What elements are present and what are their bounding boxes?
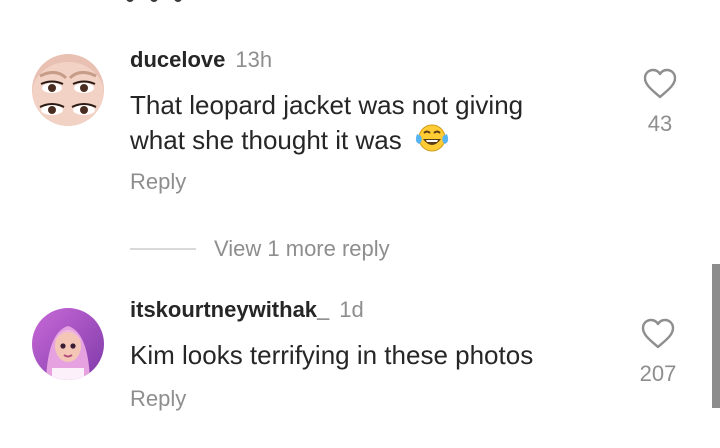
comment-username[interactable]: ducelove 13h xyxy=(130,47,272,73)
comment-text-line: That leopard jacket was not giving xyxy=(130,90,524,120)
comment-text: Kim looks terrifying in these photos xyxy=(130,338,533,372)
comment-time: 1d xyxy=(339,297,364,322)
scrollbar[interactable] xyxy=(712,264,720,408)
username-text[interactable]: itskourtneywithak_ xyxy=(130,297,329,322)
comment-text-line: what she thought it was xyxy=(130,124,402,155)
clipped-content-above xyxy=(126,0,182,2)
comment-time: 13h xyxy=(235,47,273,72)
view-more-replies-label[interactable]: View 1 more reply xyxy=(214,236,390,262)
reply-button[interactable]: Reply xyxy=(130,169,186,195)
avatar[interactable] xyxy=(32,308,104,380)
heart-outline-icon[interactable] xyxy=(640,318,676,355)
avatar[interactable] xyxy=(32,54,104,126)
username-text[interactable]: ducelove xyxy=(130,47,225,72)
like-count: 207 xyxy=(639,361,677,386)
heart-outline-icon[interactable] xyxy=(642,68,678,105)
like-control[interactable]: 43 xyxy=(630,68,690,137)
tears-of-joy-emoji-icon xyxy=(415,122,449,162)
reply-button[interactable]: Reply xyxy=(130,386,186,412)
like-control[interactable]: 207 xyxy=(628,318,688,387)
view-more-replies[interactable]: View 1 more reply xyxy=(130,236,390,262)
divider xyxy=(130,248,196,250)
like-count: 43 xyxy=(647,111,673,136)
comment-text-line: Kim looks terrifying in these photos xyxy=(130,340,534,370)
comment-text: That leopard jacket was not giving what … xyxy=(130,88,523,162)
comment-username[interactable]: itskourtneywithak_ 1d xyxy=(130,297,364,323)
